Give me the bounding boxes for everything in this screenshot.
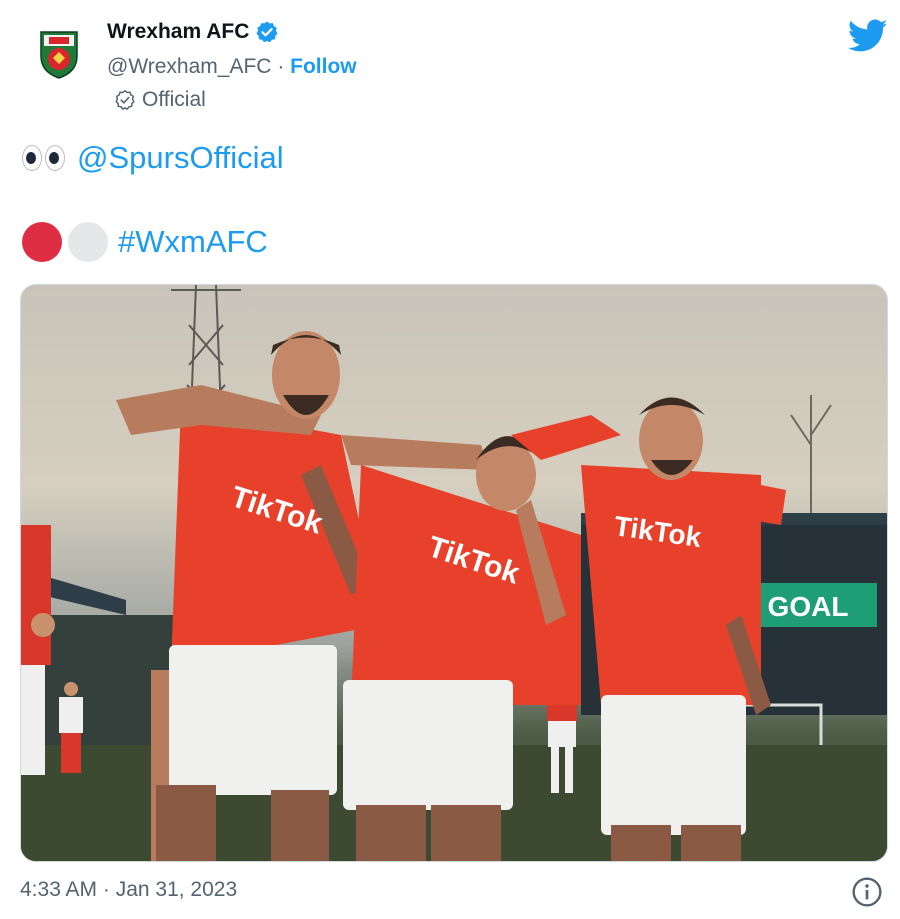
timestamp[interactable]: 4:33 AM · Jan 31, 2023 <box>20 878 237 902</box>
eyes-emoji-icon <box>22 145 65 171</box>
verified-badge-icon <box>256 21 278 43</box>
tree <box>790 395 832 515</box>
twitter-bird-icon[interactable] <box>848 18 888 54</box>
display-name[interactable]: Wrexham AFC <box>107 20 249 44</box>
separator: · <box>277 55 285 78</box>
mention-link[interactable]: @SpursOfficial <box>77 140 284 176</box>
handle[interactable]: @Wrexham_AFC <box>107 55 271 78</box>
white-circle-emoji <box>68 222 108 262</box>
crest-icon <box>40 31 78 79</box>
hashtag-link[interactable]: #WxmAFC <box>118 224 268 260</box>
follow-button[interactable]: Follow <box>290 55 357 78</box>
official-label: Official <box>142 88 206 111</box>
official-check-icon <box>115 89 135 110</box>
goal-board-text: GOAL <box>768 591 849 622</box>
red-circle-emoji <box>22 222 62 262</box>
tweet-photo[interactable]: GOAL TikTok TikTok TikTok <box>20 284 888 862</box>
avatar[interactable] <box>30 24 88 82</box>
info-icon[interactable] <box>851 876 883 908</box>
